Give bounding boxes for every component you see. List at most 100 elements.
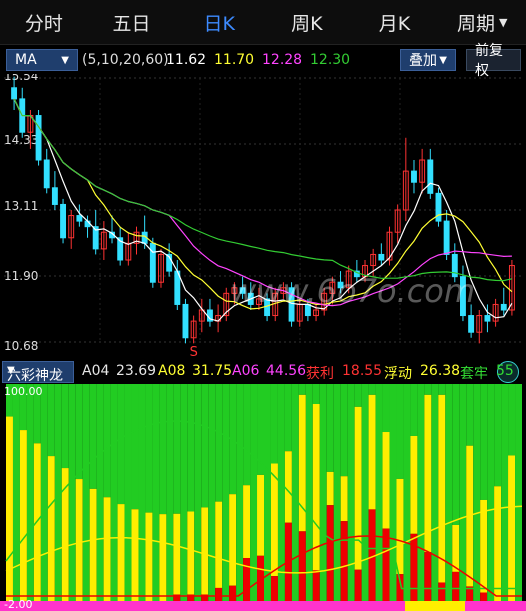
candle-body xyxy=(500,303,507,311)
ma60-value: 12.30 xyxy=(310,52,351,68)
indicator-bar-green xyxy=(264,384,271,601)
indicator-bar-red xyxy=(215,587,223,601)
indicator-bar-yellow xyxy=(173,513,181,595)
candlestick-chart[interactable]: 15.54 14.33 13.11 11.90 10.68 Swww.6o7o.com xyxy=(0,74,526,360)
indicator-value-0: 23.69 xyxy=(116,363,157,379)
indicator-bar-green xyxy=(89,384,97,489)
tab-4[interactable]: 月K xyxy=(351,0,439,44)
indicator-bar-yellow xyxy=(494,486,502,601)
indicator-bar-red xyxy=(243,557,251,601)
indicator-bar-green xyxy=(361,384,369,601)
price-axis-label: 10.68 xyxy=(4,339,38,353)
indicator-bar-green xyxy=(194,384,202,601)
indicator-bar-green xyxy=(152,384,160,601)
indicator-bar-green xyxy=(145,384,153,513)
indicator-bar-green xyxy=(473,384,481,601)
tab-3[interactable]: 周K xyxy=(263,0,351,44)
indicator-bar-yellow xyxy=(410,435,418,534)
sell-signal-marker: S xyxy=(190,345,198,360)
indicator-bar-yellow xyxy=(368,394,376,510)
indicator-chart[interactable]: 100.00 -2.00 xyxy=(0,384,526,611)
indicator-bar-green xyxy=(96,384,104,601)
indicator-bar-red xyxy=(480,592,488,601)
indicator-value-4: 26.38 xyxy=(420,363,461,379)
price-axis-label: 15.54 xyxy=(4,74,38,83)
dropdown-arrow-icon: ▼ xyxy=(7,365,15,376)
ma10-value: 11.70 xyxy=(214,52,255,68)
candle-body xyxy=(427,159,434,194)
indicator-bar-green xyxy=(291,384,299,601)
indicator-bar-yellow xyxy=(284,451,292,523)
indicator-value-5: 55 xyxy=(496,363,514,379)
ma5-value: 11.62 xyxy=(166,52,207,68)
indicator-label-1: A08 xyxy=(158,363,186,379)
tab-label: 周K xyxy=(291,12,323,35)
candle-body xyxy=(411,170,417,183)
indicator-bar-yellow xyxy=(103,497,111,601)
indicator-bar-yellow xyxy=(480,499,488,593)
candle-body xyxy=(182,303,189,339)
indicator-bar-green xyxy=(236,384,244,601)
indicator-bar-green xyxy=(501,384,509,601)
tab-1[interactable]: 五日 xyxy=(88,0,176,44)
dropdown-arrow-icon: ▼ xyxy=(439,54,447,66)
candle-body xyxy=(435,192,442,222)
candle-body xyxy=(468,315,475,333)
candle-body xyxy=(149,242,156,283)
indicator-bar-green xyxy=(410,384,418,436)
indicator-label-3: 获利 xyxy=(306,366,334,382)
indicator-bar-green xyxy=(124,384,132,601)
indicator-bar-green xyxy=(180,384,188,601)
candle-body xyxy=(76,215,83,222)
indicator-bar-green xyxy=(277,384,285,601)
indicator-bar-green xyxy=(173,384,181,514)
indicator-bar-green xyxy=(270,384,278,464)
tab-label: 五日 xyxy=(112,12,151,35)
indicator-bar-yellow xyxy=(75,479,83,601)
indicator-bar-yellow xyxy=(19,430,27,601)
indicator-value-3: 18.55 xyxy=(342,363,383,379)
indicator-bar-green xyxy=(424,384,432,395)
indicator-bar-yellow xyxy=(452,524,460,572)
indicator-bar-green xyxy=(431,384,439,601)
price-axis-label: 13.11 xyxy=(4,199,38,213)
candle-body xyxy=(443,220,450,255)
indicator-toolbar: 六彩神龙 ▼ A04 23.69 A08 31.75 A06 44.56 获利 18.55 浮动… xyxy=(0,360,526,384)
overlay-button[interactable]: 叠加 ▼ xyxy=(400,49,456,71)
indicator-bar-yellow xyxy=(89,488,97,601)
indicator-bar-green xyxy=(103,384,111,498)
indicator-bar-green xyxy=(82,384,90,601)
indicator-bar-green xyxy=(47,384,55,457)
indicator-bar-green xyxy=(494,384,502,487)
price-axis-label: 11.90 xyxy=(4,269,38,283)
indicator-bar-green xyxy=(459,384,467,601)
indicator-bar-green xyxy=(159,384,167,515)
ma-toolbar: MA ▼ (5,10,20,60) 11.62 11.70 12.28 12.3… xyxy=(0,43,526,79)
indicator-bar-yellow xyxy=(131,509,139,601)
indicator-bar-green xyxy=(298,384,306,395)
indicator-bar-green xyxy=(110,384,118,601)
indicator-bar-green xyxy=(75,384,83,480)
indicator-bar-green xyxy=(326,384,334,472)
indicator-bar-green xyxy=(515,384,522,601)
indicator-bar-green xyxy=(61,384,69,469)
indicator-bar-green xyxy=(319,384,327,601)
ma-indicator-label: MA xyxy=(15,52,37,68)
indicator-bar-yellow xyxy=(438,394,446,583)
indicator-bar-red xyxy=(382,528,390,601)
indicator-bar-yellow xyxy=(508,455,516,601)
indicator-bar-green xyxy=(215,384,223,502)
indicator-bar-green xyxy=(368,384,376,395)
tab-2[interactable]: 日K xyxy=(175,0,263,44)
indicator-bar-yellow xyxy=(159,514,167,601)
adjust-price-button[interactable]: 前复权 xyxy=(466,43,521,79)
indicator-axis-top: 100.00 xyxy=(4,385,43,398)
candle-body xyxy=(378,253,385,261)
tab-0[interactable]: 分时 xyxy=(0,0,88,44)
indicator-bar-green xyxy=(187,384,195,512)
indicator-bar-yellow xyxy=(270,463,278,577)
indicator-bar-green xyxy=(201,384,209,508)
indicator-select[interactable]: 六彩神龙 ▼ xyxy=(2,361,74,384)
tab-5[interactable]: 周期 ▼ xyxy=(438,0,526,44)
ma-indicator-select[interactable]: MA ▼ xyxy=(6,49,78,71)
